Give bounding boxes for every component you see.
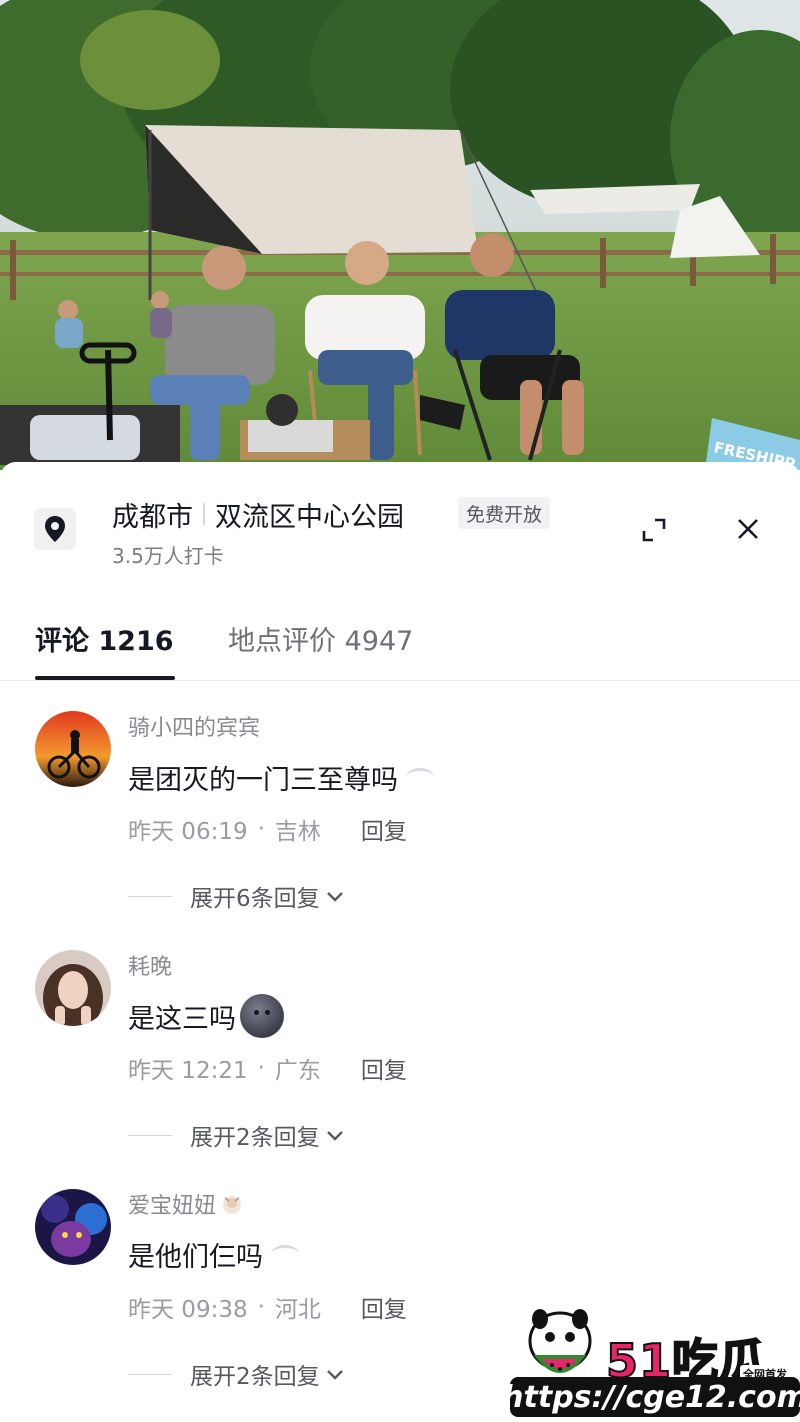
comment-meta: 昨天 09:38 · 河北 回复 [128,1290,407,1324]
meta-separator: · [257,816,265,842]
comment-username[interactable]: 爱宝妞妞 [128,1188,244,1220]
dark-face-emoji-icon [240,994,284,1038]
comment-username[interactable]: 耗晚 [128,949,172,981]
chevron-down-icon [326,1370,343,1380]
close-icon[interactable] [731,512,765,546]
expand-icon[interactable] [638,514,670,546]
site-watermark: 51吃瓜 全网首发 https://cge12.com [502,1305,800,1420]
title-separator [203,503,205,525]
comment-time: 昨天 12:21 [128,1058,248,1084]
expand-replies-button[interactable]: 展开6条回复 [128,878,346,914]
tab-divider [0,680,800,681]
emoji-icon [406,768,434,786]
comment-time: 昨天 09:38 [128,1297,248,1323]
free-entry-badge: 免费开放 [458,497,551,529]
avatar[interactable] [35,950,111,1026]
location-city: 成都市 [112,501,193,533]
expand-replies-label: 展开6条回复 [190,886,320,912]
expand-replies-label: 展开2条回复 [190,1125,320,1151]
location-pin-icon [34,508,76,550]
expand-dash [128,895,172,897]
reply-button[interactable]: 回复 [361,1290,407,1324]
watermark-url: https://cge12.com [502,1377,800,1417]
chevron-down-icon [326,1131,343,1141]
checkin-count: 3.5万人打卡 [112,544,224,568]
comment-meta: 昨天 06:19 · 吉林 回复 [128,812,407,846]
comment-text: 是他们仨吗 [128,1232,299,1276]
tab-comments[interactable]: 评论 1216 [35,616,174,660]
emoji-icon [271,1245,299,1263]
park-photo: FRESHIPP [0,0,800,470]
tab-place-reviews[interactable]: 地点评价 4947 [228,616,413,660]
comment-region: 吉林 [274,819,321,845]
location-title[interactable]: 成都市 双流区中心公园 [112,494,404,534]
comment-region: 广东 [274,1058,321,1084]
comment-region: 河北 [274,1297,321,1323]
meta-separator: · [257,1294,265,1320]
comment-time: 昨天 06:19 [128,819,248,845]
expand-replies-button[interactable]: 展开2条回复 [128,1117,346,1153]
comment-text-content: 是他们仨吗 [128,1241,263,1273]
location-sheet [0,462,800,1422]
location-place: 双流区中心公园 [215,501,404,533]
comment-text-content: 是团灭的一门三至尊吗 [128,764,398,796]
expand-replies-label: 展开2条回复 [190,1364,320,1390]
comment-text: 是团灭的一门三至尊吗 [128,755,434,799]
expand-dash [128,1134,172,1136]
comment-username-text: 爱宝妞妞 [128,1194,217,1219]
header-photo: FRESHIPP [0,0,800,470]
expand-dash [128,1373,172,1375]
meta-separator: · [257,1055,265,1081]
comment-text-content: 是这三吗 [128,1003,236,1035]
user-badge-icon [223,1196,242,1214]
comment-username[interactable]: 骑小四的宾宾 [128,710,260,742]
expand-replies-button[interactable]: 展开2条回复 [128,1356,346,1392]
avatar[interactable] [35,1189,111,1265]
avatar[interactable] [35,711,111,787]
comment-text: 是这三吗 [128,992,284,1040]
comment-meta: 昨天 12:21 · 广东 回复 [128,1051,407,1085]
reply-button[interactable]: 回复 [361,812,407,846]
chevron-down-icon [326,892,343,902]
reply-button[interactable]: 回复 [361,1051,407,1085]
